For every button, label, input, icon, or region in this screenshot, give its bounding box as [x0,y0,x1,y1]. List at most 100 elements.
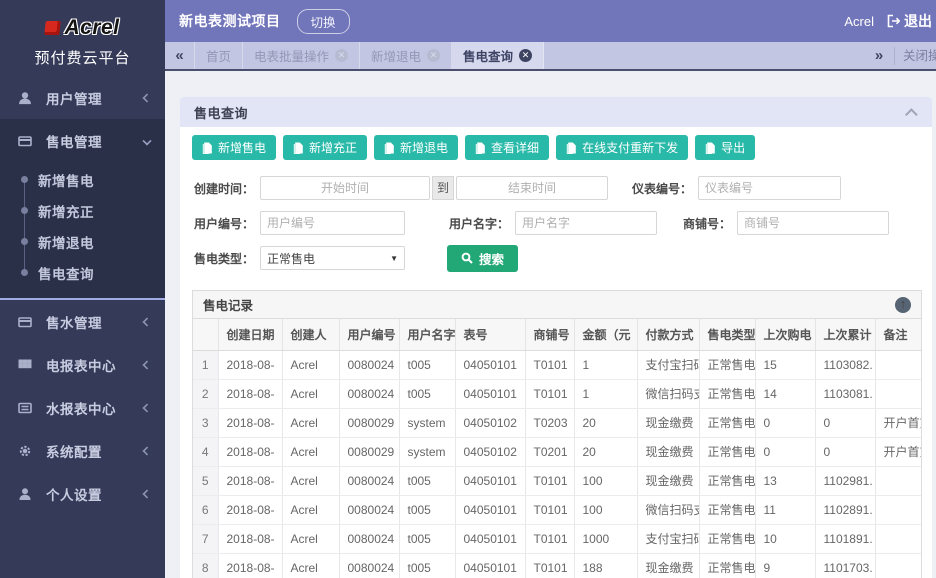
sidebar-group: 系统配置 [0,429,165,472]
chevron-left-icon [142,317,151,326]
user-name-label: 用户名字： [447,215,509,232]
table-cell: 0080024 [339,350,399,379]
sidebar-subitem[interactable]: 新增充正 [0,195,165,226]
tabs-scroll-right-icon[interactable]: » [864,47,894,64]
sidebar-group: 用户管理 [0,76,165,119]
records-header: 售电记录 ↑ [193,291,921,319]
table-row[interactable]: 42018-08-Acrel0080029system04050102T0201… [193,437,921,466]
sidebar-nav: 用户管理售电管理新增售电新增充正新增退电售电查询售水管理电报表中心水报表中心系统… [0,76,165,515]
switch-project-button[interactable]: 切换 [297,9,350,34]
sidebar-item[interactable]: 用户管理 [0,76,165,119]
tab[interactable]: 首页 [195,42,243,69]
sidebar-item[interactable]: 售电管理 [0,119,165,162]
table-cell: 微信扫码支付 [637,495,699,524]
gear-icon [18,444,35,458]
table-cell [875,466,921,495]
created-time-label: 创建时间： [192,180,254,197]
table-row[interactable]: 72018-08-Acrel0080024t00504050101T010110… [193,524,921,553]
users-icon [18,91,35,105]
table-cell: 04050101 [455,379,525,408]
sidebar: Acrel 预付费云平台 用户管理售电管理新增售电新增充正新增退电售电查询售水管… [0,0,165,578]
table-cell: 10 [755,524,815,553]
start-time-input[interactable] [260,176,430,200]
table-row[interactable]: 12018-08-Acrel0080024t00504050101T01011支… [193,350,921,379]
username[interactable]: Acrel [844,14,874,29]
toolbar-button[interactable]: 新增充正 [283,135,367,160]
toolbar-button[interactable]: 新增退电 [374,135,458,160]
sidebar-group: 售水管理 [0,300,165,343]
sidebar-item[interactable]: 水报表中心 [0,386,165,429]
user-name-input[interactable] [515,211,657,235]
table-cell: t005 [399,350,455,379]
tab[interactable]: 电表批量操作✕ [243,42,360,69]
tab-close-icon[interactable]: ✕ [427,49,440,62]
toolbar-button[interactable]: 在线支付重新下发 [556,135,688,160]
brand-logo: Acrel 预付费云平台 [0,0,165,76]
sidebar-group: 个人设置 [0,472,165,515]
table-cell: 2018-08- [218,437,282,466]
table-cell: T0203 [525,408,574,437]
row-number: 4 [193,437,218,466]
filter-row-1: 创建时间： 到 仪表编号： [192,176,922,200]
toolbar-button[interactable]: 查看详细 [465,135,549,160]
meter-no-input[interactable] [698,176,841,200]
sidebar-subitem[interactable]: 新增售电 [0,164,165,195]
toolbar-button[interactable]: 新增售电 [192,135,276,160]
table-cell: 正常售电 [699,495,755,524]
user-icon [18,487,35,501]
table-cell: 04050101 [455,495,525,524]
column-header: 表号 [455,319,525,350]
filter-row-3: 售电类型： 正常售电 ▼ 搜索 [192,246,922,270]
table-row[interactable]: 32018-08-Acrel0080029system04050102T0203… [193,408,921,437]
scroll-top-icon[interactable]: ↑ [895,297,911,313]
table-cell: 1 [574,350,637,379]
sidebar-subitem[interactable]: 新增退电 [0,226,165,257]
table-cell: 支付宝扫码 [637,350,699,379]
column-header: 上次累计 [815,319,875,350]
tab[interactable]: 售电查询✕ [452,42,544,69]
tab-close-icon[interactable]: ✕ [335,49,348,62]
table-cell [875,553,921,578]
tab[interactable]: 新增退电✕ [360,42,452,69]
sidebar-subitem[interactable]: 售电查询 [0,257,165,288]
table-cell: 1000 [574,524,637,553]
table-row[interactable]: 62018-08-Acrel0080024t00504050101T010110… [193,495,921,524]
brand-name: Acrel [64,16,119,40]
table-cell: 正常售电 [699,524,755,553]
sidebar-item[interactable]: 售水管理 [0,300,165,343]
table-cell: 100 [574,466,637,495]
end-time-input[interactable] [456,176,608,200]
card-icon [18,134,35,148]
table-cell: system [399,437,455,466]
column-header: 创建人 [282,319,339,350]
table-cell: 2018-08- [218,408,282,437]
table-cell: 1103082. [815,350,875,379]
close-operations-menu[interactable]: 关闭操作 [894,47,936,65]
sale-type-select[interactable]: 正常售电 ▼ [260,246,405,270]
user-no-input[interactable] [260,211,405,235]
logout-button[interactable]: 退出 [904,11,932,31]
sidebar-item[interactable]: 电报表中心 [0,343,165,386]
tab-close-icon[interactable]: ✕ [519,49,532,62]
table-row[interactable]: 82018-08-Acrel0080024t00504050101T010118… [193,553,921,578]
table-cell: 开户首充 [875,437,921,466]
to-label: 到 [432,176,454,200]
table-cell: Acrel [282,553,339,578]
tabs-scroll-left-icon[interactable]: « [165,42,195,69]
search-button[interactable]: 搜索 [447,245,518,272]
panel-collapse-icon[interactable] [905,108,918,121]
sidebar-item[interactable]: 个人设置 [0,472,165,515]
table-cell: 正常售电 [699,379,755,408]
page-icon [202,142,213,154]
table-cell: 15 [755,350,815,379]
shop-no-input[interactable] [737,211,889,235]
row-number: 3 [193,408,218,437]
table-cell: 现金缴费 [637,408,699,437]
table-cell: 0080024 [339,466,399,495]
table-row[interactable]: 22018-08-Acrel0080024t00504050101T01011微… [193,379,921,408]
sidebar-item[interactable]: 系统配置 [0,429,165,472]
table-cell: 1102891. [815,495,875,524]
table-row[interactable]: 52018-08-Acrel0080024t00504050101T010110… [193,466,921,495]
row-number: 7 [193,524,218,553]
toolbar-button[interactable]: 导出 [695,135,755,160]
